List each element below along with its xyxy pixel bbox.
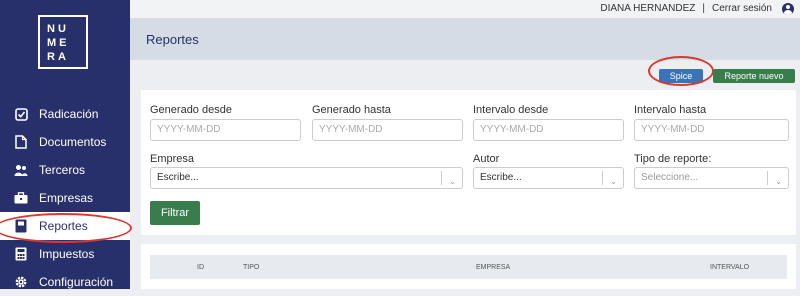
- autor-label: Autor: [473, 153, 500, 165]
- empresa-select-value: Escribe...: [157, 172, 199, 183]
- table-header: ID TIPO EMPRESA INTERVALO: [150, 255, 787, 279]
- numera-logo[interactable]: NU ME RA: [38, 15, 88, 69]
- autor-select-value: Escribe...: [480, 172, 522, 183]
- top-bar: DIANA HERNANDEZ | Cerrar sesión: [130, 0, 800, 18]
- sidebar-item-label: Impuestos: [39, 247, 95, 261]
- reports-table: ID TIPO EMPRESA INTERVALO: [141, 244, 796, 289]
- empresa-label: Empresa: [150, 153, 195, 165]
- column-header-intervalo[interactable]: INTERVALO: [710, 264, 749, 271]
- tipo-reporte-select[interactable]: Seleccione... ⌄: [634, 167, 789, 189]
- users-icon: [14, 163, 28, 177]
- sidebar-item-label: Radicación: [39, 107, 99, 121]
- column-header-empresa[interactable]: EMPRESA: [476, 264, 510, 271]
- tipo-reporte-select-value: Seleccione...: [641, 172, 699, 183]
- select-divider: [441, 171, 442, 185]
- sidebar-item-empresas[interactable]: Empresas: [0, 184, 130, 212]
- user-avatar-icon[interactable]: [782, 3, 794, 15]
- logo-line-2: ME: [47, 37, 70, 49]
- sidebar-item-reportes[interactable]: Reportes: [0, 212, 130, 240]
- user-area: DIANA HERNANDEZ | Cerrar sesión: [600, 3, 772, 14]
- autor-select[interactable]: Escribe... ⌄: [473, 167, 624, 189]
- chevron-down-icon: ⌄: [449, 177, 456, 186]
- filter-panel: Generado desde YYYY-MM-DD Generado hasta…: [141, 90, 796, 235]
- logo-line-3: RA: [47, 51, 69, 63]
- intervalo-desde-input[interactable]: YYYY-MM-DD: [473, 119, 624, 141]
- sidebar-item-label: Configuración: [39, 275, 114, 289]
- logo-line-1: NU: [47, 23, 69, 35]
- document-icon: [14, 135, 28, 149]
- chevron-down-icon: ⌄: [775, 177, 782, 186]
- select-divider: [602, 171, 603, 185]
- briefcase-icon: [14, 191, 28, 205]
- sidebar-item-label: Empresas: [39, 191, 94, 205]
- select-divider: [767, 171, 768, 185]
- column-header-id[interactable]: ID: [197, 264, 204, 271]
- sidebar-item-terceros[interactable]: Terceros: [0, 156, 130, 184]
- sidebar-item-label: Terceros: [39, 163, 86, 177]
- new-report-button[interactable]: Reporte nuevo: [713, 69, 795, 83]
- generado-hasta-label: Generado hasta: [312, 104, 391, 116]
- sidebar-nav: Radicación Documentos Terceros Empresas …: [0, 100, 130, 296]
- calculator-icon: [14, 247, 28, 261]
- generado-desde-input[interactable]: YYYY-MM-DD: [150, 119, 301, 141]
- empresa-select[interactable]: Escribe... ⌄: [150, 167, 463, 189]
- column-header-tipo[interactable]: TIPO: [243, 264, 259, 271]
- annotation-circle-spice: [648, 56, 714, 86]
- sidebar: NU ME RA Radicación Documentos Terceros: [0, 0, 130, 289]
- separator: |: [702, 3, 705, 14]
- page-header: Reportes: [130, 18, 800, 60]
- intervalo-hasta-input[interactable]: YYYY-MM-DD: [634, 119, 789, 141]
- sidebar-item-label: Reportes: [39, 219, 88, 233]
- tipo-reporte-label: Tipo de reporte:: [634, 153, 712, 165]
- report-icon: [14, 219, 28, 233]
- generado-desde-label: Generado desde: [150, 104, 232, 116]
- page-title: Reportes: [146, 32, 199, 47]
- logout-link[interactable]: Cerrar sesión: [712, 3, 772, 14]
- intervalo-desde-label: Intervalo desde: [473, 104, 549, 116]
- sidebar-item-configuracion[interactable]: Configuración: [0, 268, 130, 296]
- sidebar-item-documentos[interactable]: Documentos: [0, 128, 130, 156]
- gear-icon: [14, 275, 28, 289]
- sidebar-item-radicacion[interactable]: Radicación: [0, 100, 130, 128]
- chevron-down-icon: ⌄: [610, 177, 617, 186]
- checkbox-icon: [14, 107, 28, 121]
- generado-hasta-input[interactable]: YYYY-MM-DD: [312, 119, 463, 141]
- filter-button[interactable]: Filtrar: [150, 201, 200, 225]
- sidebar-item-label: Documentos: [39, 135, 107, 149]
- sidebar-item-impuestos[interactable]: Impuestos: [0, 240, 130, 268]
- intervalo-hasta-label: Intervalo hasta: [634, 104, 707, 116]
- user-name: DIANA HERNANDEZ: [600, 3, 696, 14]
